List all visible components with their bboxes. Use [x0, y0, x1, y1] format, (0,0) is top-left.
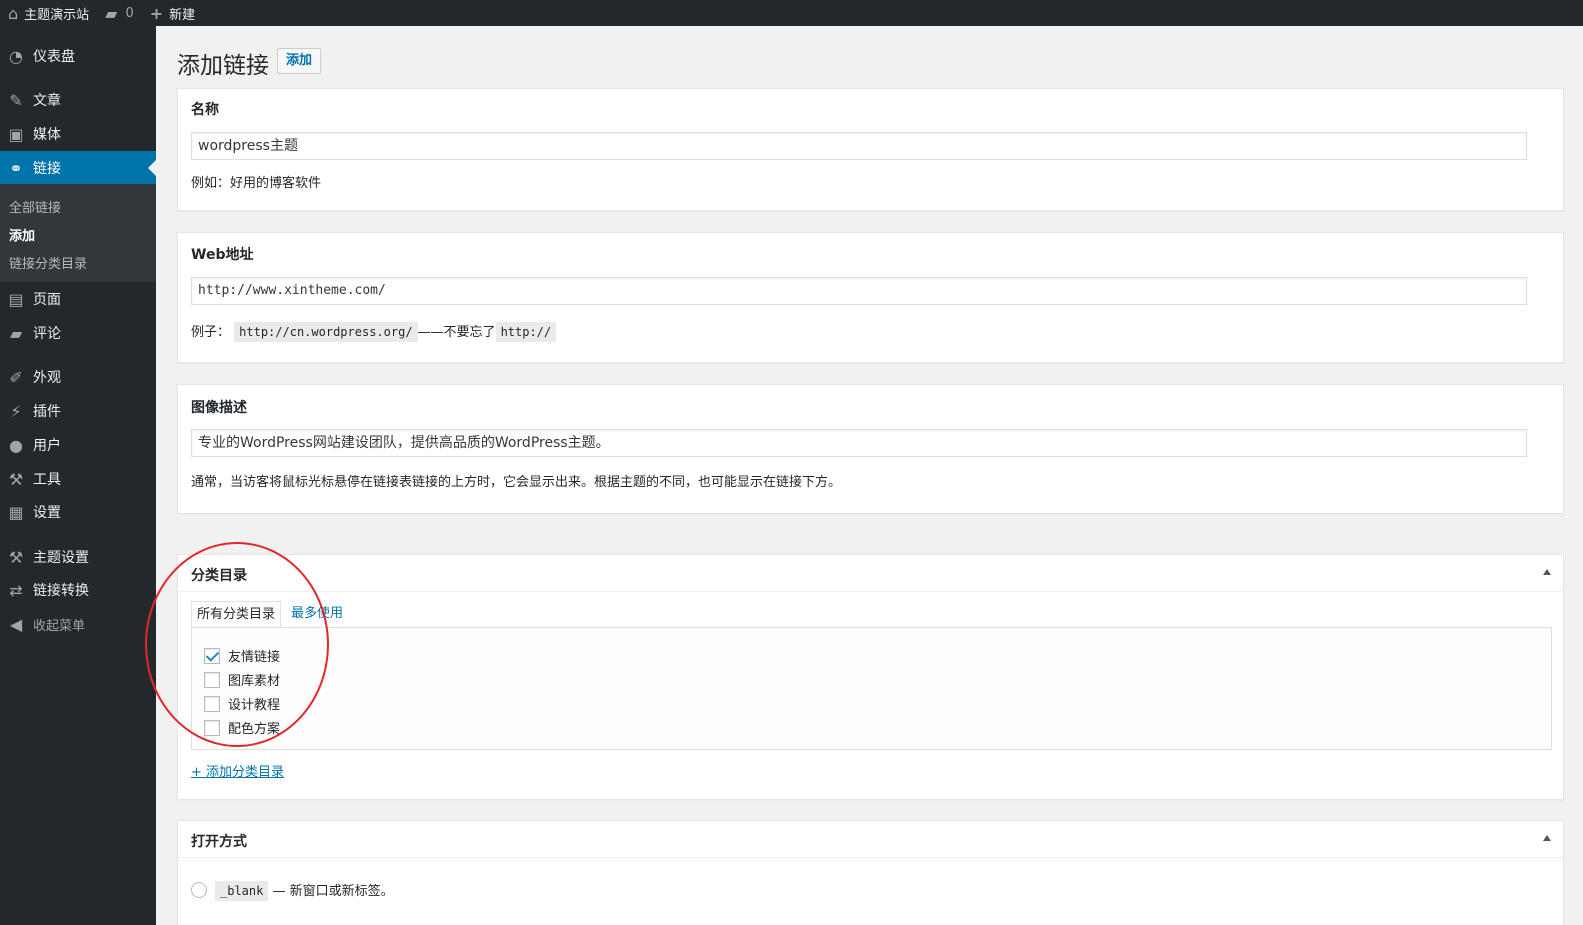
target-box: 打开方式 _blank — 新窗口或新标签。: [177, 820, 1564, 925]
menu-users[interactable]: ● 用户: [0, 428, 156, 462]
menu-label: 工具: [33, 472, 61, 488]
menu-plugins[interactable]: ⚡ 插件: [0, 394, 156, 428]
target-box-header[interactable]: 打开方式: [178, 821, 1563, 858]
menu-label: 评论: [33, 326, 61, 342]
dashboard-icon: ◔: [9, 46, 23, 66]
admin-bar: ⌂ 主题演示站 ▰ 0 + 新建: [0, 0, 1583, 26]
site-name: 主题演示站: [24, 7, 90, 23]
menu-pages[interactable]: ▤ 页面: [0, 282, 156, 316]
menu-comments[interactable]: ▰ 评论: [0, 316, 156, 350]
menu-label: 链接: [33, 161, 61, 177]
collapse-menu-button[interactable]: ◀ 收起菜单: [0, 607, 156, 641]
description-label: 图像描述: [191, 400, 247, 416]
menu-label: 收起菜单: [33, 618, 86, 634]
menu-dashboard[interactable]: ◔ 仪表盘: [0, 39, 156, 73]
menu-label: 插件: [33, 404, 61, 420]
menu-label: 文章: [33, 93, 61, 109]
menu-label: 页面: [33, 292, 61, 308]
submenu-add-link[interactable]: 添加: [9, 225, 35, 244]
menu-label: 主题设置: [33, 550, 89, 566]
home-icon: ⌂: [8, 3, 19, 23]
add-new-button[interactable]: 添加: [277, 48, 322, 74]
collapse-icon: ◀: [9, 614, 23, 634]
menu-label: 设置: [33, 505, 61, 521]
menu-label: 外观: [33, 370, 61, 386]
menu-theme-settings[interactable]: ⚒ 主题设置: [0, 540, 156, 574]
wrench-icon: ⚒: [8, 469, 24, 489]
submenu-all-links[interactable]: 全部链接: [9, 197, 61, 216]
collapse-arrow-icon[interactable]: [1543, 569, 1551, 575]
new-content-link[interactable]: + 新建: [142, 0, 203, 26]
plus-icon: +: [149, 3, 164, 23]
plugin-icon: ⚡: [10, 401, 22, 421]
name-label: 名称: [191, 102, 219, 118]
name-hint: 例如：好用的博客软件: [191, 176, 322, 191]
category-checklist: 友情链接 图库素材 设计教程 配色方案: [191, 627, 1552, 750]
target-label: 打开方式: [191, 834, 247, 850]
menu-tools[interactable]: ⚒ 工具: [0, 462, 156, 496]
url-label: Web地址: [191, 247, 254, 263]
category-box-header[interactable]: 分类目录: [178, 555, 1563, 592]
description-input[interactable]: 专业的WordPress网站建设团队，提供高品质的WordPress主题。: [191, 429, 1527, 457]
url-box: Web地址 http://www.xintheme.com/ 例子： http:…: [177, 232, 1564, 363]
user-icon: ●: [9, 435, 23, 455]
new-label: 新建: [169, 7, 196, 23]
url-hint-middle: ——不要忘了: [417, 325, 496, 340]
comment-bubble-icon: ▰: [105, 3, 118, 23]
admin-sidebar: ◔ 仪表盘 ✎ 文章 ▣ 媒体 ⚭ 链接 全部链接 添加 链接分类目录 ▤ 页面…: [0, 26, 156, 925]
menu-links[interactable]: ⚭ 链接: [0, 151, 156, 185]
add-category-link[interactable]: + 添加分类目录: [191, 761, 284, 780]
target-blank-code: _blank: [215, 881, 269, 901]
description-hint: 通常，当访客将鼠标光标悬停在链接表链接的上方时，它会显示出来。根据主题的不同，也…: [191, 475, 842, 490]
page-icon: ▤: [8, 289, 24, 309]
comment-icon: ▰: [9, 323, 23, 343]
name-box: 名称 wordpress主题 例如：好用的博客软件: [177, 88, 1564, 211]
links-submenu: 全部链接 添加 链接分类目录: [0, 184, 156, 282]
submenu-link-categories[interactable]: 链接分类目录: [9, 253, 87, 272]
target-blank-desc: — 新窗口或新标签。: [272, 884, 394, 899]
description-box: 图像描述 专业的WordPress网站建设团队，提供高品质的WordPress主…: [177, 384, 1564, 514]
pin-icon: ✎: [9, 90, 23, 110]
target-blank-option: _blank — 新窗口或新标签。: [215, 880, 394, 901]
settings-icon: ▦: [8, 502, 24, 522]
highlight-circle-annotation: [145, 542, 329, 747]
menu-settings[interactable]: ▦ 设置: [0, 495, 156, 529]
menu-posts[interactable]: ✎ 文章: [0, 83, 156, 117]
appearance-icon: ✐: [9, 367, 23, 387]
menu-label: 链接转换: [33, 583, 89, 599]
url-hint-protocol: http://: [495, 322, 557, 342]
site-name-link[interactable]: ⌂ 主题演示站: [0, 0, 97, 26]
menu-label: 仪表盘: [33, 49, 75, 65]
link-icon: ⚭: [9, 158, 23, 178]
menu-label: 媒体: [33, 127, 61, 143]
name-input[interactable]: wordpress主题: [191, 132, 1527, 160]
url-hint-example: http://cn.wordpress.org/: [234, 322, 418, 342]
url-hint: 例子： http://cn.wordpress.org/——不要忘了 http:/…: [191, 321, 557, 342]
hammer-icon: ⚒: [8, 547, 24, 567]
url-hint-prefix: 例子：: [191, 325, 231, 340]
menu-label: 用户: [33, 438, 61, 454]
comments-count: 0: [125, 5, 134, 21]
media-icon: ▣: [8, 124, 24, 144]
page-title: 添加链接: [177, 53, 269, 79]
target-blank-radio[interactable]: [191, 882, 207, 898]
category-box: 分类目录 所有分类目录 最多使用 友情链接 图库素材 设计教程 配色方案 + 添…: [177, 554, 1564, 800]
menu-link-convert[interactable]: ⇄ 链接转换: [0, 573, 156, 607]
convert-icon: ⇄: [9, 580, 23, 600]
menu-media[interactable]: ▣ 媒体: [0, 117, 156, 151]
url-input[interactable]: http://www.xintheme.com/: [191, 277, 1527, 305]
comments-link[interactable]: ▰ 0: [97, 0, 142, 26]
menu-appearance[interactable]: ✐ 外观: [0, 360, 156, 394]
collapse-arrow-icon[interactable]: [1543, 835, 1551, 841]
